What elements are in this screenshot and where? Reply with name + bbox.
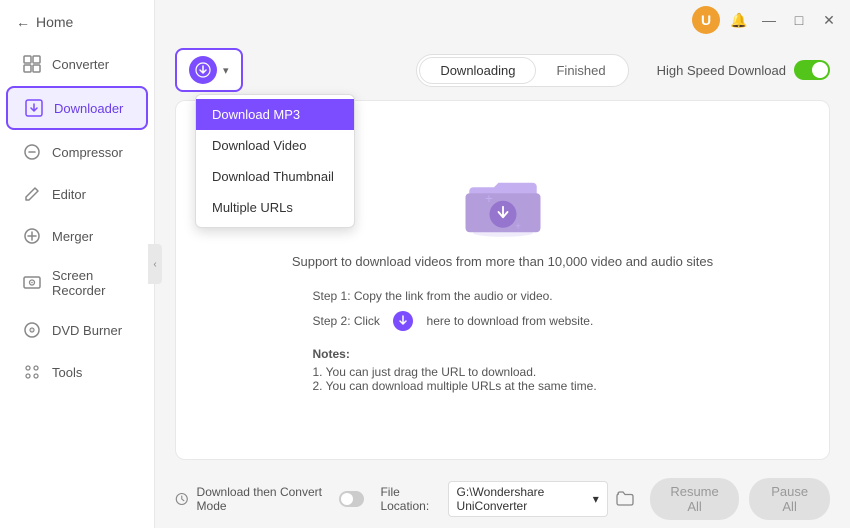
close-button[interactable]: ✕ (818, 9, 840, 31)
support-text: Support to download videos from more tha… (292, 254, 713, 269)
folder-illustration: + + (458, 168, 548, 238)
step2-icon (393, 311, 413, 331)
pause-all-button[interactable]: Pause All (749, 478, 830, 520)
clock-icon (175, 491, 189, 507)
svg-text:+: + (515, 220, 521, 232)
converter-label: Converter (52, 57, 109, 72)
tab-downloading[interactable]: Downloading (419, 57, 536, 84)
compressor-label: Compressor (52, 145, 123, 160)
sidebar-item-merger[interactable]: Merger (6, 216, 148, 256)
notes-title: Notes: (313, 347, 693, 361)
sidebar-nav: Converter Downloader Compressor (0, 40, 154, 528)
steps-container: Step 1: Copy the link from the audio or … (313, 289, 693, 339)
sidebar-item-compressor[interactable]: Compressor (6, 132, 148, 172)
step2-suffix: here to download from website. (427, 314, 594, 328)
sidebar: ← Home Converter Dow (0, 0, 155, 528)
bottom-actions: Resume All Pause All (650, 478, 830, 520)
file-path-text: G:\Wondershare UniConverter (457, 485, 589, 513)
sidebar-item-screen-recorder[interactable]: Screen Recorder (6, 258, 148, 308)
sidebar-item-dvd-burner[interactable]: DVD Burner (6, 310, 148, 350)
tab-finished[interactable]: Finished (536, 58, 625, 83)
back-arrow-icon: ← (16, 14, 30, 30)
sidebar-item-downloader[interactable]: Downloader (6, 86, 148, 130)
file-path-dropdown-arrow: ▾ (593, 492, 599, 506)
resume-all-button[interactable]: Resume All (650, 478, 739, 520)
convert-mode-section: Download then Convert Mode (175, 485, 364, 513)
note1: 1. You can just drag the URL to download… (313, 365, 693, 379)
sidebar-item-tools[interactable]: Tools (6, 352, 148, 392)
download-dropdown-menu: Download MP3 Download Video Download Thu… (195, 94, 355, 228)
file-location-label: File Location: (380, 485, 439, 513)
title-bar: U 🔔 — □ ✕ (155, 0, 850, 40)
compressor-icon (22, 142, 42, 162)
user-avatar: U (692, 6, 720, 34)
editor-label: Editor (52, 187, 86, 202)
dvd-burner-icon (22, 320, 42, 340)
dropdown-item-video[interactable]: Download Video (196, 130, 354, 161)
convert-mode-toggle[interactable] (339, 491, 364, 507)
dropdown-item-thumbnail[interactable]: Download Thumbnail (196, 161, 354, 192)
notification-bell-icon[interactable]: 🔔 (728, 9, 750, 31)
toolbar: ▾ Download MP3 Download Video Download T… (155, 40, 850, 100)
tools-label: Tools (52, 365, 82, 380)
step2-prefix: Step 2: Click (313, 314, 380, 328)
download-icon (189, 56, 217, 84)
folder-open-icon[interactable] (616, 490, 634, 509)
merger-label: Merger (52, 229, 93, 244)
download-dropdown-button[interactable]: ▾ (175, 48, 243, 92)
sidebar-collapse-button[interactable]: ‹ (148, 244, 162, 284)
dropdown-arrow-icon: ▾ (223, 64, 229, 77)
merger-icon (22, 226, 42, 246)
converter-icon (22, 54, 42, 74)
high-speed-label: High Speed Download (657, 63, 786, 78)
back-home-button[interactable]: ← Home (0, 0, 154, 40)
dropdown-item-multiple-urls[interactable]: Multiple URLs (196, 192, 354, 223)
dvd-burner-label: DVD Burner (52, 323, 122, 338)
file-location-section: File Location: G:\Wondershare UniConvert… (380, 481, 633, 517)
sidebar-item-editor[interactable]: Editor (6, 174, 148, 214)
bottom-bar: Download then Convert Mode File Location… (155, 470, 850, 528)
download-tabs: Downloading Finished (416, 54, 628, 87)
downloader-icon (24, 98, 44, 118)
sidebar-item-converter[interactable]: Converter (6, 44, 148, 84)
dropdown-item-mp3[interactable]: Download MP3 (196, 99, 354, 130)
home-label: Home (36, 14, 73, 30)
tools-icon (22, 362, 42, 382)
file-path-display[interactable]: G:\Wondershare UniConverter ▾ (448, 481, 608, 517)
note2: 2. You can download multiple URLs at the… (313, 379, 693, 393)
main-area: U 🔔 — □ ✕ ▾ Download MP3 Download Video (155, 0, 850, 528)
downloader-label: Downloader (54, 101, 123, 116)
high-speed-toggle[interactable] (794, 60, 830, 80)
svg-text:+: + (485, 191, 493, 206)
high-speed-section: High Speed Download (657, 60, 830, 80)
step1-text: Step 1: Copy the link from the audio or … (313, 289, 693, 303)
notes-container: Notes: 1. You can just drag the URL to d… (313, 347, 693, 393)
convert-mode-label: Download then Convert Mode (197, 485, 331, 513)
maximize-button[interactable]: □ (788, 9, 810, 31)
editor-icon (22, 184, 42, 204)
screen-recorder-label: Screen Recorder (52, 268, 132, 298)
screen-recorder-icon (22, 273, 42, 293)
minimize-button[interactable]: — (758, 9, 780, 31)
step2-text: Step 2: Click here to download from webs… (313, 311, 693, 331)
